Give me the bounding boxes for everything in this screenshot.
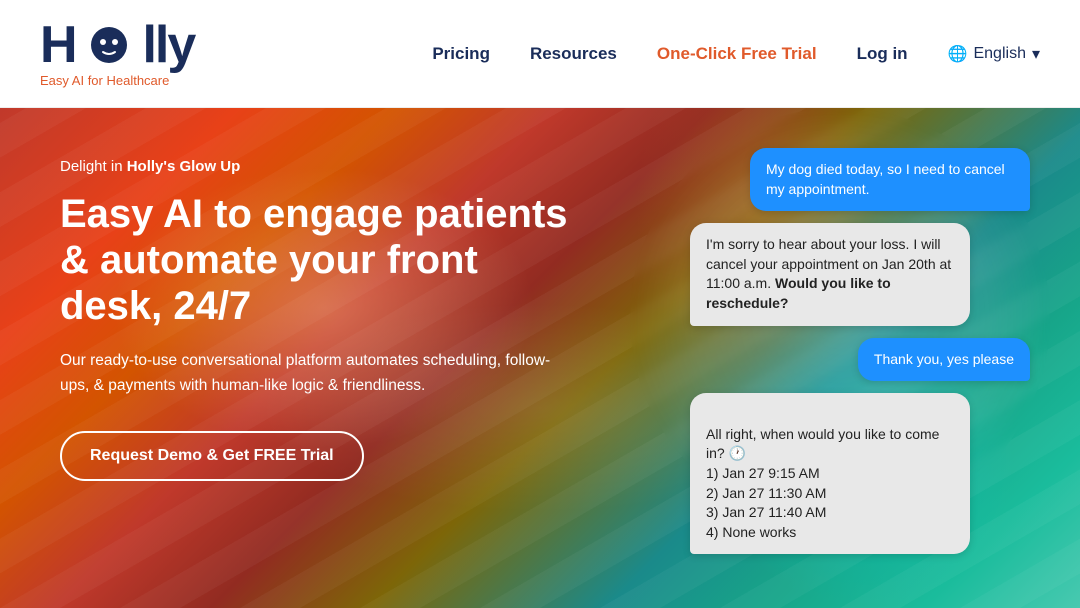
chat-bubble-4: All right, when would you like to come i… [690,393,970,554]
navbar: H o lly Easy AI for Healthcare Pricing R… [0,0,1080,108]
nav-resources[interactable]: Resources [530,44,617,64]
chat-bubble-2-row: I'm sorry to hear about your loss. I wil… [660,223,1040,325]
chat-bubble-1: My dog died today, so I need to cancel m… [750,148,1030,211]
hero-title: Easy AI to engage patients & automate yo… [60,191,580,329]
chat-bubble-3-row: Thank you, yes please [660,338,1040,382]
hero-cta-button[interactable]: Request Demo & Get FREE Trial [60,431,364,481]
hero-content: Delight in Holly's Glow Up Easy AI to en… [0,108,640,531]
chat-bubble-4-row: All right, when would you like to come i… [660,393,1040,554]
chevron-down-icon: ▾ [1032,44,1040,64]
logo-face-icon [89,25,129,65]
nav-login[interactable]: Log in [857,44,908,64]
chat-panel: My dog died today, so I need to cancel m… [660,138,1040,598]
chat-bubble-3: Thank you, yes please [858,338,1030,382]
nav-pricing[interactable]: Pricing [432,44,490,64]
hero-description: Our ready-to-use conversational platform… [60,349,560,399]
globe-icon: 🌐 [948,44,968,64]
logo[interactable]: H o lly Easy AI for Healthcare [40,19,194,88]
chat-bubble-1-text: My dog died today, so I need to cancel m… [766,161,1005,197]
hero-section: Delight in Holly's Glow Up Easy AI to en… [0,108,1080,608]
chat-bubble-3-text: Thank you, yes please [874,351,1014,367]
chat-bubble-4-text: All right, when would you like to come i… [706,426,939,540]
nav-trial[interactable]: One-Click Free Trial [657,44,817,64]
hero-label-strong: Holly's Glow Up [127,158,241,175]
chat-bubble-1-row: My dog died today, so I need to cancel m… [660,148,1040,211]
hero-label-prefix: Delight in [60,158,127,175]
language-label: English [973,45,1025,63]
nav-links: Pricing Resources One-Click Free Trial L… [432,44,1040,64]
hero-label: Delight in Holly's Glow Up [60,158,580,175]
chat-bubble-2: I'm sorry to hear about your loss. I wil… [690,223,970,325]
nav-language[interactable]: 🌐 English ▾ [948,44,1040,64]
logo-tagline: Easy AI for Healthcare [40,73,194,88]
logo-text: H o lly [40,19,194,71]
